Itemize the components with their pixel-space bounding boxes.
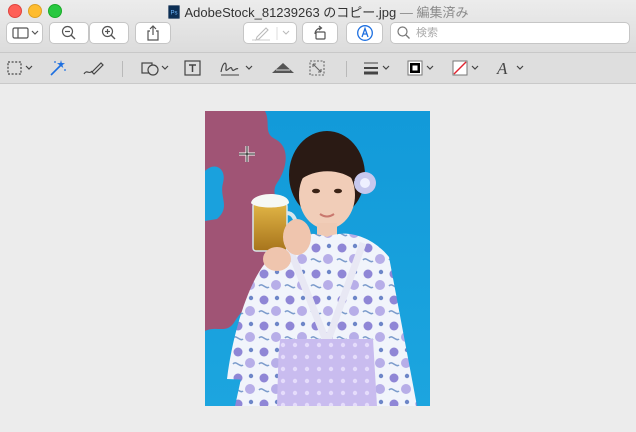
zoom-in-icon xyxy=(101,25,116,40)
shapes-button[interactable] xyxy=(140,58,172,78)
line-style-icon xyxy=(364,62,390,75)
zoom-in-button[interactable] xyxy=(89,22,129,44)
border-color-icon xyxy=(407,60,434,76)
window-title-edited: — 編集済み xyxy=(399,5,469,20)
fill-color-button[interactable] xyxy=(451,58,481,78)
search-input[interactable] xyxy=(416,27,616,39)
fill-color-icon xyxy=(452,60,479,76)
text-style-icon: A xyxy=(496,59,524,77)
adjust-color-button[interactable] xyxy=(270,58,296,78)
text-style-button[interactable]: A xyxy=(495,58,527,78)
svg-text:Ps: Ps xyxy=(170,11,177,17)
crosshair-cursor-icon xyxy=(239,146,255,162)
svg-text:A: A xyxy=(496,59,508,77)
instant-alpha-button[interactable] xyxy=(47,58,67,78)
window-title-filename: AdobeStock_81239263 のコピー.jpg xyxy=(184,5,397,20)
rotate-icon xyxy=(314,25,326,40)
adjust-size-button[interactable] xyxy=(308,58,326,78)
markup-icon xyxy=(356,25,373,41)
selection-tools-button[interactable] xyxy=(6,58,36,78)
pen-menu-button[interactable] xyxy=(243,22,297,44)
sketch-icon xyxy=(83,62,104,75)
zoom-out-icon xyxy=(61,25,76,40)
pen-icon xyxy=(252,27,290,41)
zoom-out-button[interactable] xyxy=(49,22,89,44)
rect-selection-icon xyxy=(7,61,33,75)
toolbar-divider xyxy=(346,61,347,77)
markup-toolbar: A xyxy=(0,53,636,84)
border-color-button[interactable] xyxy=(406,58,436,78)
line-style-button[interactable] xyxy=(362,58,392,78)
share-button[interactable] xyxy=(135,22,171,44)
toolbar-divider xyxy=(122,61,123,77)
text-icon xyxy=(184,60,201,76)
search-icon xyxy=(397,26,410,39)
share-icon xyxy=(147,25,159,41)
shapes-icon xyxy=(141,62,169,76)
sketch-button[interactable] xyxy=(82,58,104,78)
text-tool-button[interactable] xyxy=(183,58,203,78)
sidebar-view-button[interactable] xyxy=(6,22,43,44)
adjust-color-icon xyxy=(272,63,294,73)
window-titlebar: Ps AdobeStock_81239263 のコピー.jpg — 編集済み xyxy=(0,0,636,53)
instant-alpha-icon xyxy=(50,60,66,76)
jpeg-file-icon: Ps xyxy=(167,5,180,19)
sign-button[interactable] xyxy=(218,58,256,78)
window-title: Ps AdobeStock_81239263 のコピー.jpg — 編集済み xyxy=(0,2,636,21)
markup-toolbar-button[interactable] xyxy=(346,22,383,44)
search-field[interactable] xyxy=(390,22,630,44)
rotate-button[interactable] xyxy=(302,22,338,44)
sign-icon xyxy=(220,62,253,76)
sidebar-icon xyxy=(11,27,38,39)
adjust-size-icon xyxy=(309,60,325,76)
